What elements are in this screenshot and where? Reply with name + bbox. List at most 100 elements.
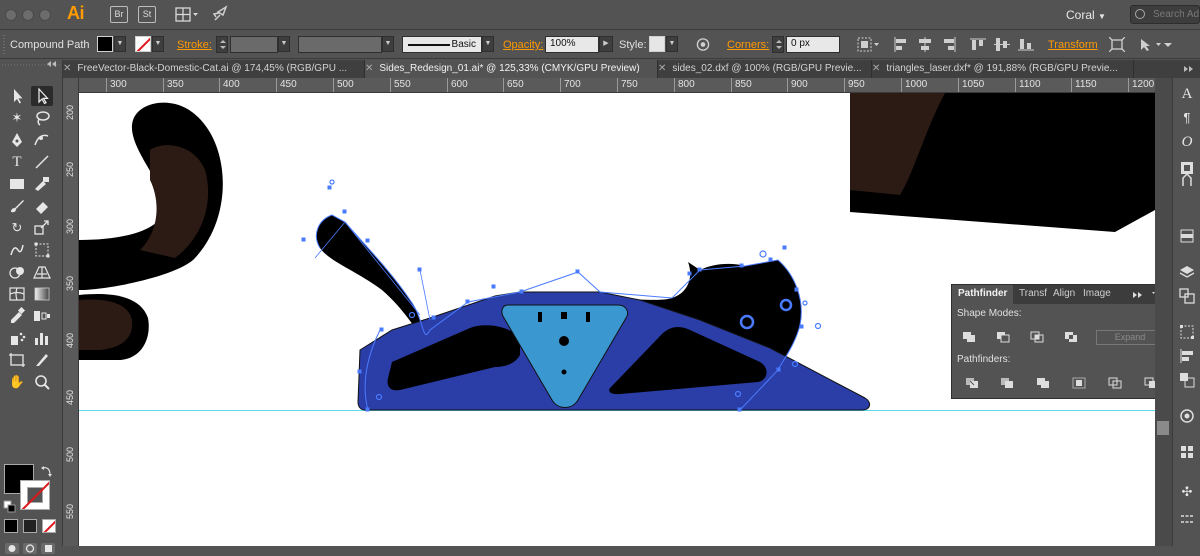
align-top-icon[interactable] [970,37,986,52]
perspective-icon[interactable] [31,262,53,282]
right-cat-artwork[interactable] [850,93,1155,232]
opentype-panel-icon[interactable]: O [1179,134,1195,150]
artboards-panel-icon[interactable] [1179,288,1195,304]
blend-icon[interactable] [31,306,53,326]
magic-wand-icon[interactable]: ✶ [6,108,28,128]
intersect-icon[interactable] [1030,331,1044,343]
zoom-window-button[interactable] [39,9,51,21]
tab-overflow-icon[interactable] [1183,64,1195,74]
profile-dropdown[interactable]: ▼ [382,36,394,52]
shape-builder-icon[interactable] [6,262,28,282]
vertical-ruler[interactable]: 200 250 300 350 400 450 500 550 [63,78,79,546]
bridge-button[interactable]: Br [110,6,128,23]
stroke-label[interactable]: Stroke: [177,39,212,51]
exclude-icon[interactable] [1064,331,1078,343]
recolor-artwork-icon[interactable] [695,37,711,52]
mesh-icon[interactable] [6,284,28,304]
outline-icon[interactable] [1108,377,1122,389]
opacity-field[interactable]: 100% [545,36,599,53]
close-window-button[interactable] [5,9,17,21]
slice-icon[interactable] [31,350,53,370]
corners-label[interactable]: Corners: [727,39,769,51]
document-tab[interactable]: ✕ sides_02.dxf @ 100% (RGB/GPU Previe... [658,60,872,78]
crop-icon[interactable] [1072,377,1086,389]
corners-field[interactable]: 0 px [786,36,840,53]
vertical-scrollbar[interactable] [1155,78,1172,546]
close-tab-icon[interactable]: ✕ [63,63,71,74]
tab-image[interactable]: Image [1083,288,1111,299]
gpu-rocket-icon[interactable] [212,5,230,23]
stroke-weight-field[interactable] [230,36,278,53]
default-fill-stroke-icon[interactable] [3,500,17,514]
isolate-selected-icon[interactable] [1109,37,1125,52]
artboard-icon[interactable] [6,350,28,370]
brush-definition[interactable]: Basic [402,36,482,53]
appearance-panel-icon[interactable] [1179,408,1195,424]
eyedropper-icon[interactable] [6,306,28,326]
fill-dropdown[interactable]: ▼ [114,36,126,52]
align-horizontal-center-icon[interactable] [917,37,933,52]
close-tab-icon[interactable]: ✕ [658,63,666,74]
shaper-icon[interactable] [31,174,53,194]
horizontal-ruler[interactable]: 300 350 400 450 500 550 600 650 700 750 … [79,78,1155,93]
arrange-documents-icon[interactable] [175,6,199,23]
trim-icon[interactable] [1000,377,1014,389]
puppet-warp-icon[interactable] [1179,172,1195,188]
merge-icon[interactable] [1036,377,1050,389]
color-guide-icon[interactable] [1179,228,1195,244]
fill-color-swatch[interactable] [97,36,113,52]
document-tab-active[interactable]: ✕ Sides_Redesign_01.ai* @ 125,33% (CMYK/G… [365,60,658,78]
control-panel-menu-icon[interactable] [1163,37,1173,52]
stock-button[interactable]: St [138,6,156,23]
brush-dropdown[interactable]: ▼ [482,36,494,52]
tab-transform[interactable]: Transf [1019,288,1047,299]
align-panel-icon[interactable] [1179,348,1195,364]
line-icon[interactable] [31,152,53,172]
warp-icon[interactable] [6,240,28,260]
corners-stepper[interactable] [772,36,784,53]
opacity-dropdown[interactable]: ▶ [599,36,613,52]
panel-overflow-icon[interactable] [1132,290,1144,300]
close-tab-icon[interactable]: ✕ [872,63,880,74]
left-cat-artwork[interactable] [79,102,223,360]
eraser-icon[interactable] [31,196,53,216]
swatches-panel-icon[interactable] [1179,444,1195,460]
rectangle-icon[interactable] [6,174,28,194]
type-icon[interactable]: T [6,152,28,172]
paintbrush-icon[interactable] [6,196,28,216]
align-vertical-center-icon[interactable] [994,37,1010,52]
tab-align[interactable]: Align [1053,288,1075,299]
variable-width-profile[interactable] [298,36,382,53]
pathfinder-panel-icon[interactable] [1179,372,1195,388]
symbols-panel-icon[interactable]: ✣ [1179,484,1195,500]
brushes-panel-icon[interactable] [1179,510,1195,526]
none-mode-icon[interactable] [42,519,56,533]
select-similar-icon[interactable] [1138,37,1166,52]
stroke-dropdown[interactable]: ▼ [152,36,164,52]
align-left-icon[interactable] [893,37,909,52]
close-tab-icon[interactable]: ✕ [365,63,373,74]
tab-pathfinder[interactable]: Pathfinder [952,285,1014,304]
style-dropdown[interactable]: ▼ [666,36,678,52]
drawing-modes-icon[interactable] [3,540,61,556]
paragraph-panel-icon[interactable]: ¶ [1179,110,1195,126]
direct-selection-tool-icon[interactable] [31,86,53,106]
lasso-icon[interactable] [31,108,53,128]
swap-fill-stroke-icon[interactable] [40,464,54,478]
rotate-icon[interactable]: ↻ [6,218,28,238]
character-panel-icon[interactable]: A [1179,86,1195,102]
transform-link[interactable]: Transform [1048,39,1098,51]
opacity-label[interactable]: Opacity: [503,39,543,51]
zoom-icon[interactable] [31,372,53,392]
document-tab[interactable]: ✕ triangles_laser.dxf* @ 191,88% (RGB/GPU… [872,60,1134,78]
gradient-mode-icon[interactable] [23,519,37,533]
align-bottom-icon[interactable] [1018,37,1034,52]
stroke-swatch[interactable] [20,480,50,510]
symbol-sprayer-icon[interactable] [6,328,28,348]
stroke-color-swatch[interactable] [135,36,151,52]
free-transform-icon[interactable] [31,240,53,260]
stroke-weight-dropdown[interactable]: ▼ [278,36,290,52]
transform-panel-icon[interactable] [1179,324,1195,340]
align-right-icon[interactable] [941,37,957,52]
selection-tool-icon[interactable] [6,86,28,106]
